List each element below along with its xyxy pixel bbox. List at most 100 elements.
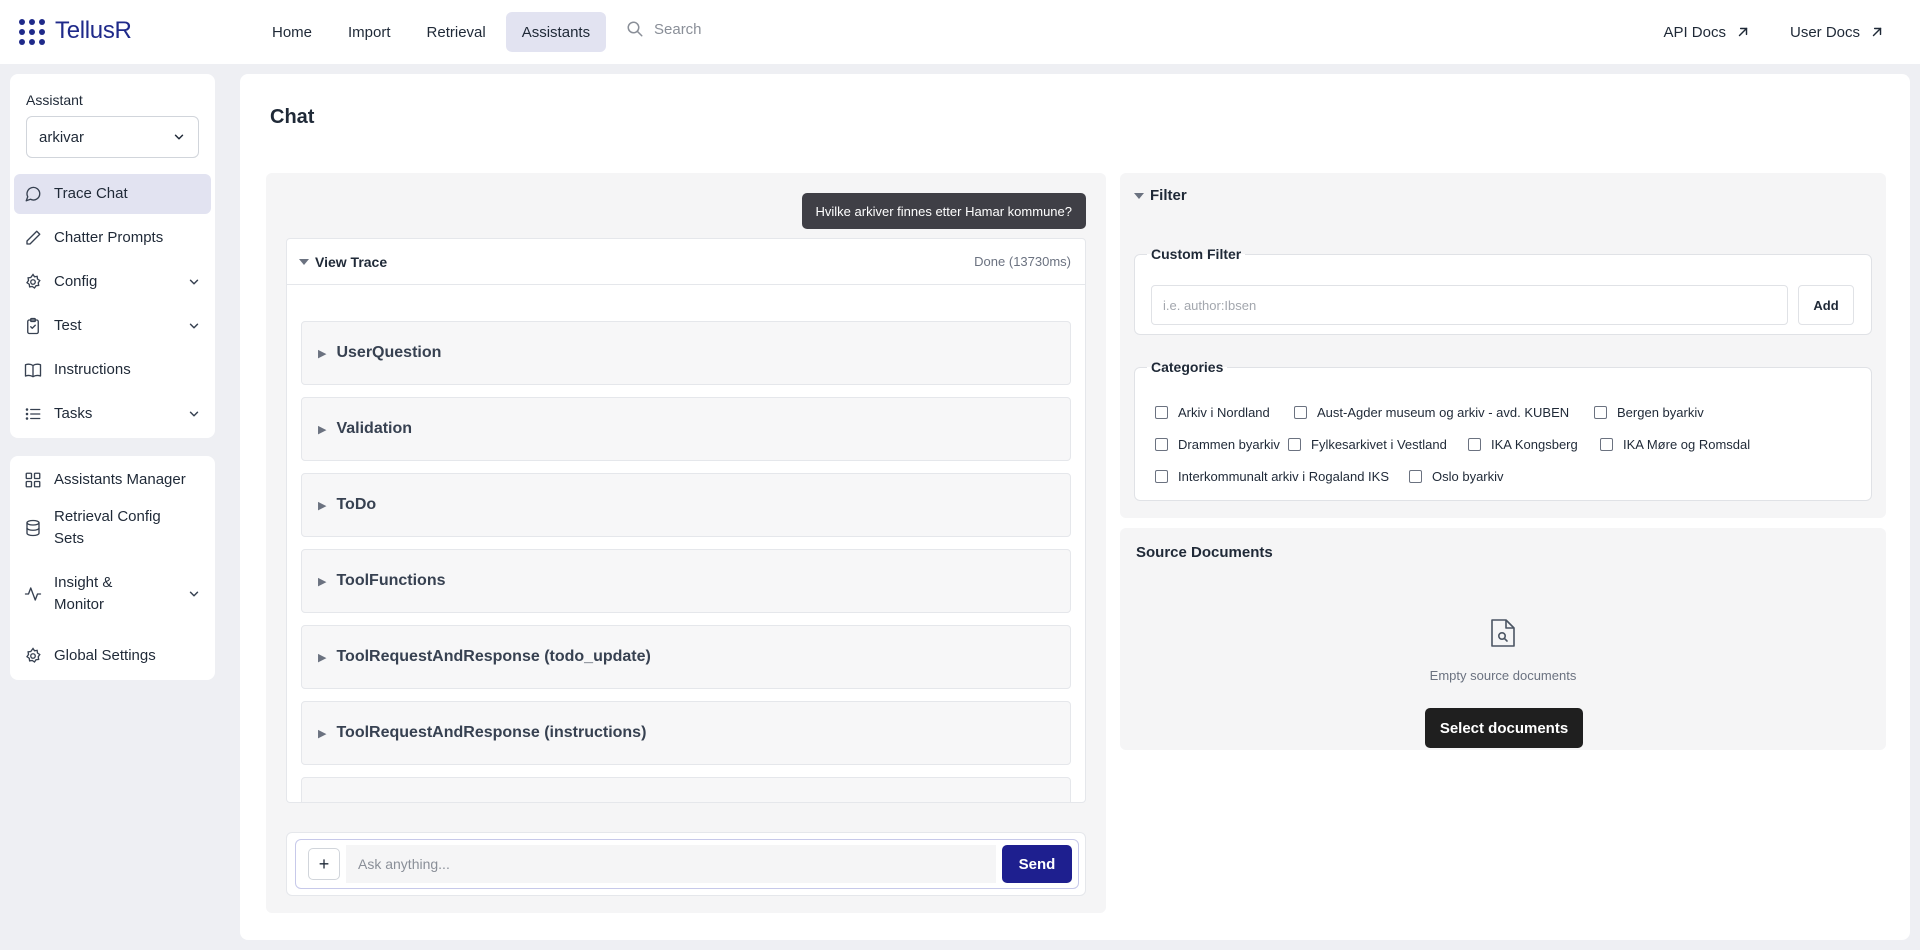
checkbox[interactable] [1155, 438, 1168, 451]
page-title: Chat [270, 106, 315, 128]
source-documents-title: Source Documents [1136, 544, 1273, 561]
filter-title: Filter [1150, 187, 1187, 204]
sidebar-item-trace-chat[interactable]: Trace Chat [14, 174, 211, 214]
activity-icon [24, 585, 42, 603]
caret-right-icon: ▶ [318, 423, 327, 436]
document-search-icon [1490, 618, 1516, 648]
sidebar-item-assistants-manager[interactable]: Assistants Manager [14, 460, 211, 500]
caret-down-icon [1134, 191, 1144, 201]
sidebar-item-instructions[interactable]: Instructions [14, 350, 211, 390]
api-docs-link[interactable]: API Docs [1647, 12, 1766, 52]
sidebar-item-insight-monitor[interactable]: Insight & Monitor [14, 566, 211, 622]
grid-icon [24, 471, 42, 489]
checkbox[interactable] [1294, 406, 1307, 419]
select-documents-button[interactable]: Select documents [1425, 708, 1583, 748]
gear-icon [24, 273, 42, 291]
trace-status: Done (13730ms) [974, 254, 1071, 269]
trace-step-name: ToolRequestAndResponse (instructions) [336, 724, 647, 741]
assistant-label: Assistant [26, 92, 83, 108]
checkbox[interactable] [1288, 438, 1301, 451]
empty-source-text: Empty source documents [1429, 668, 1577, 683]
custom-filter-group: Custom Filter Add [1134, 246, 1872, 335]
logo-dots-icon [19, 17, 47, 45]
category-checkbox[interactable]: IKA Møre og Romsdal [1600, 437, 1750, 452]
logo[interactable]: TellusR [19, 17, 132, 45]
category-label: Drammen byarkiv [1178, 437, 1280, 452]
nav-home[interactable]: Home [256, 12, 328, 52]
user-docs-label: User Docs [1789, 23, 1860, 41]
checkbox[interactable] [1468, 438, 1481, 451]
caret-right-icon: ▶ [318, 347, 327, 360]
checkbox[interactable] [1155, 406, 1168, 419]
source-documents-panel: Source Documents Empty source documents … [1120, 528, 1886, 750]
trace-panel: View Trace Done (13730ms) ▶ UserQuestion… [286, 238, 1086, 803]
sidebar-admin-card: Assistants Manager Retrieval Config Sets… [10, 456, 215, 680]
chevron-down-icon [187, 407, 201, 421]
caret-right-icon: ▶ [318, 575, 327, 588]
trace-step-name: ToolRequestAndResponse (todo_update) [336, 648, 651, 665]
trace-step-name: ToDo [336, 496, 377, 513]
book-icon [24, 361, 42, 379]
chat-message-input[interactable] [346, 845, 996, 883]
top-navigation-bar: TellusR Home Import Retrieval Assistants… [0, 0, 1920, 64]
send-button[interactable]: Send [1002, 845, 1072, 883]
custom-filter-legend: Custom Filter [1151, 246, 1242, 262]
checkbox[interactable] [1600, 438, 1613, 451]
nav-import[interactable]: Import [332, 12, 407, 52]
sidebar-assistant-card: Assistant arkivar Trace Chat Chatter Pro… [10, 74, 215, 438]
database-icon [24, 519, 42, 537]
trace-step[interactable]: ▶ ToDo [301, 473, 1071, 537]
trace-step-partial[interactable] [301, 777, 1071, 802]
custom-filter-input[interactable] [1151, 285, 1788, 325]
trace-step-name: Validation [336, 420, 413, 437]
category-label: Aust-Agder museum og arkiv - avd. KUBEN [1317, 405, 1570, 420]
trace-step[interactable]: ▶ UserQuestion [301, 321, 1071, 385]
sidebar-item-global-settings[interactable]: Global Settings [14, 636, 211, 676]
clipboard-icon [24, 317, 42, 335]
search-icon [626, 20, 644, 38]
filter-toggle[interactable]: Filter [1134, 187, 1187, 204]
search-box [626, 20, 834, 38]
category-label: IKA Kongsberg [1491, 437, 1578, 452]
assistant-select[interactable]: arkivar [26, 116, 199, 158]
category-checkbox[interactable]: Oslo byarkiv [1409, 469, 1504, 484]
user-message-bubble: Hvilke arkiver finnes etter Hamar kommun… [801, 193, 1086, 229]
nav-retrieval[interactable]: Retrieval [411, 12, 502, 52]
sidebar-item-label: Chatter Prompts [54, 229, 164, 246]
nav-assistants[interactable]: Assistants [505, 12, 607, 52]
category-label: Oslo byarkiv [1432, 469, 1504, 484]
trace-header[interactable]: View Trace Done (13730ms) [287, 239, 1085, 285]
trace-step[interactable]: ▶ ToolFunctions [301, 549, 1071, 613]
category-checkbox[interactable]: Arkiv i Nordland [1155, 405, 1270, 420]
category-checkbox[interactable]: Bergen byarkiv [1594, 405, 1704, 420]
add-filter-button[interactable]: Add [1798, 285, 1854, 325]
category-checkbox[interactable]: Aust-Agder museum og arkiv - avd. KUBEN [1294, 405, 1569, 420]
sidebar-item-tasks[interactable]: Tasks [14, 394, 211, 434]
category-checkbox[interactable]: Interkommunalt arkiv i Rogaland IKS [1155, 469, 1389, 484]
checkbox[interactable] [1155, 470, 1168, 483]
category-label: IKA Møre og Romsdal [1623, 437, 1751, 452]
trace-step-name: UserQuestion [336, 344, 442, 361]
checkbox[interactable] [1409, 470, 1422, 483]
add-attachment-button[interactable]: + [308, 848, 340, 880]
sidebar-item-retrieval-config-sets[interactable]: Retrieval Config Sets [14, 500, 211, 556]
chat-area: Hvilke arkiver finnes etter Hamar kommun… [266, 173, 1106, 913]
category-checkbox[interactable]: Fylkesarkivet i Vestland [1288, 437, 1447, 452]
caret-right-icon: ▶ [318, 727, 327, 740]
trace-step-name: ToolFunctions [336, 572, 446, 589]
user-docs-link[interactable]: User Docs [1774, 12, 1900, 52]
search-input[interactable] [654, 20, 834, 38]
trace-step[interactable]: ▶ ToolRequestAndResponse (todo_update) [301, 625, 1071, 689]
trace-step[interactable]: ▶ Validation [301, 397, 1071, 461]
trace-step[interactable]: ▶ ToolRequestAndResponse (instructions) [301, 701, 1071, 765]
sidebar-item-config[interactable]: Config [14, 262, 211, 302]
sidebar-item-label: Trace Chat [54, 185, 128, 202]
sidebar-item-label: Insight & Monitor [54, 574, 113, 613]
category-checkbox[interactable]: IKA Kongsberg [1468, 437, 1578, 452]
sidebar-item-chatter-prompts[interactable]: Chatter Prompts [14, 218, 211, 258]
sidebar-item-label: Config [54, 273, 98, 290]
list-icon [24, 405, 42, 423]
checkbox[interactable] [1594, 406, 1607, 419]
category-checkbox[interactable]: Drammen byarkiv [1155, 437, 1280, 452]
sidebar-item-test[interactable]: Test [14, 306, 211, 346]
